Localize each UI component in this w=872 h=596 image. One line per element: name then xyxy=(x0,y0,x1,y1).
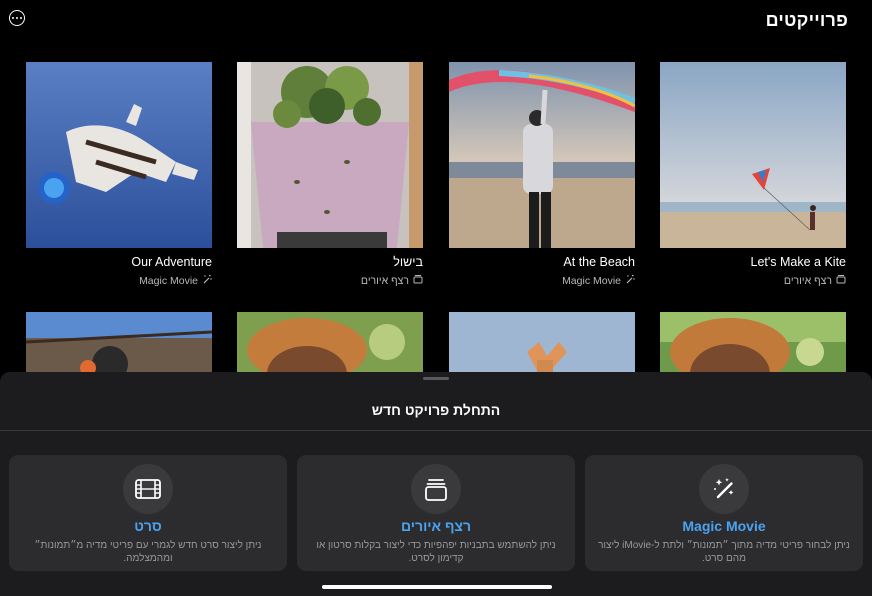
project-card-kite[interactable]: Let's Make a Kite רצף איורים xyxy=(660,62,846,287)
project-type-label: רצף איורים xyxy=(783,274,832,287)
magic-wand-icon xyxy=(202,274,212,287)
project-thumbnail[interactable] xyxy=(449,62,635,248)
option-description: ניתן ליצור סרט חדש לגמרי עם פריטי מדיה מ… xyxy=(34,540,262,564)
beach-kite-image xyxy=(449,62,635,248)
project-thumbnail[interactable] xyxy=(660,62,846,248)
project-type: רצף איורים xyxy=(361,274,423,287)
option-label: Magic Movie xyxy=(682,518,766,534)
project-card-row2-3[interactable] xyxy=(237,312,423,374)
bridge-person-image xyxy=(26,312,212,374)
movie-option[interactable]: סרט ניתן ליצור סרט חדש לגמרי עם פריטי מד… xyxy=(9,455,287,571)
storyboard-option[interactable]: רצף איורים ניתן להשתמש בתבניות יפהפיות כ… xyxy=(297,455,575,571)
skydiver-image xyxy=(26,62,212,248)
project-thumbnail[interactable] xyxy=(660,312,846,374)
sheet-grabber[interactable] xyxy=(423,377,449,380)
magic-movie-option[interactable]: Magic Movie ניתן לבחור פריטי מדיה מתוך ״… xyxy=(585,455,863,571)
option-description: ניתן להשתמש בתבניות יפהפיות כדי ליצור בק… xyxy=(316,540,556,564)
project-type: רצף איורים xyxy=(784,274,846,287)
magic-wand-icon xyxy=(625,274,635,287)
project-thumbnail[interactable] xyxy=(26,312,212,374)
project-card-beach[interactable]: At the Beach Magic Movie xyxy=(449,62,635,287)
project-thumbnail[interactable] xyxy=(449,312,635,374)
project-type: Magic Movie xyxy=(139,274,212,287)
project-thumbnail[interactable] xyxy=(237,312,423,374)
new-project-sheet: התחלת פרויקט חדש Magic Movie ניתן לבחור … xyxy=(0,372,872,596)
project-type-label: רצף איורים xyxy=(360,274,409,287)
page-title: פרוייקטים xyxy=(765,10,848,30)
project-card-adventure[interactable]: Our Adventure Magic Movie xyxy=(26,62,212,287)
project-thumbnail[interactable] xyxy=(26,62,212,248)
option-description: ניתן לבחור פריטי מדיה מתוך ״תמונות״ ולתת… xyxy=(598,540,850,564)
ellipsis-circle-icon[interactable] xyxy=(9,10,25,26)
kite-beach-image xyxy=(660,62,846,248)
project-card-row2-4[interactable] xyxy=(26,312,212,374)
project-type-label: Magic Movie xyxy=(562,274,621,287)
storyboard-icon xyxy=(411,464,461,514)
top-bar: פרוייקטים xyxy=(0,0,872,44)
project-type-label: Magic Movie xyxy=(139,274,198,287)
person-portrait-image xyxy=(660,312,846,374)
project-title: בישול xyxy=(393,255,423,269)
project-card-cooking[interactable]: בישול רצף איורים xyxy=(237,62,423,287)
storyboard-icon xyxy=(836,274,846,287)
project-type: Magic Movie xyxy=(562,274,635,287)
home-indicator[interactable] xyxy=(322,585,552,589)
jumping-person-image xyxy=(449,312,635,374)
film-icon xyxy=(123,464,173,514)
project-title: Our Adventure xyxy=(131,255,212,269)
project-title: At the Beach xyxy=(563,255,635,269)
project-title: Let's Make a Kite xyxy=(750,255,847,269)
smoothie-blender-image xyxy=(237,62,423,248)
sheet-title: התחלת פרויקט חדש xyxy=(371,402,501,418)
person-portrait-image xyxy=(237,312,423,374)
divider xyxy=(0,430,872,431)
project-card-row2-1[interactable] xyxy=(660,312,846,374)
storyboard-icon xyxy=(413,274,423,287)
option-label: רצף איורים xyxy=(400,518,472,534)
option-label: סרט xyxy=(134,518,162,534)
project-thumbnail[interactable] xyxy=(237,62,423,248)
magic-wand-icon xyxy=(699,464,749,514)
project-card-row2-2[interactable] xyxy=(449,312,635,374)
